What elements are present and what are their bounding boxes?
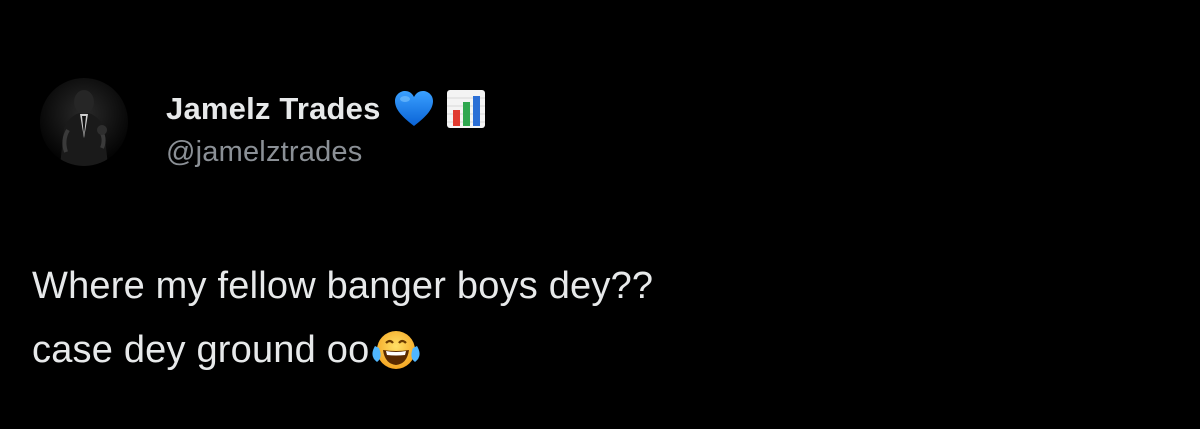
display-name[interactable]: Jamelz Trades xyxy=(166,91,381,127)
avatar-silhouette-icon xyxy=(60,90,108,166)
bar-chart-icon xyxy=(445,88,487,130)
tweet-card: Jamelz Trades @jamelztrades Where my fel… xyxy=(0,0,1200,429)
tweet-text-line: Where my fellow banger boys dey?? xyxy=(32,265,654,307)
name-row: Jamelz Trades xyxy=(166,84,487,134)
author-handle[interactable]: @jamelztrades xyxy=(166,136,487,169)
blue-heart-icon xyxy=(393,88,435,130)
tweet-text-line-with-emoji: case dey ground oo xyxy=(32,318,653,382)
tweet-header: Jamelz Trades @jamelztrades xyxy=(40,78,487,169)
author-names: Jamelz Trades @jamelztrades xyxy=(166,84,487,169)
tweet-text-line: case dey ground oo xyxy=(32,329,370,371)
tears-of-joy-icon xyxy=(371,328,421,372)
tweet-text: Where my fellow banger boys dey?? case d… xyxy=(32,254,653,382)
avatar[interactable] xyxy=(40,78,128,166)
